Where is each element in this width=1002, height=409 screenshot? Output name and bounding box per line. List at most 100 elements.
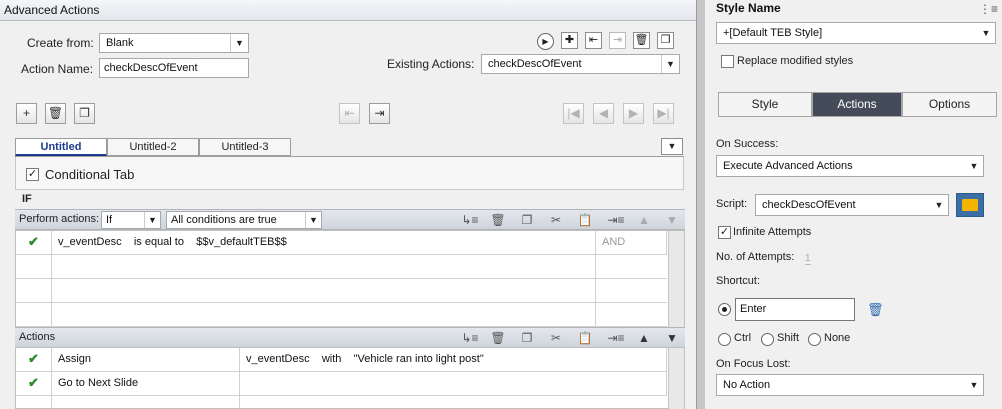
tab-untitled[interactable]: Untitled <box>15 138 107 156</box>
properties-panel: Style Name ⋮≡ +[Default TEB Style] ▼ Rep… <box>705 0 1002 409</box>
chevron-down-icon: ▼ <box>969 161 979 171</box>
on-success-dropdown[interactable]: Execute Advanced Actions ▼ <box>716 155 984 177</box>
insert-below-icon[interactable]: ⇥≡ <box>605 212 627 228</box>
first-tab-button[interactable]: |◀ <box>563 103 584 124</box>
prev-tab-button[interactable]: ◀ <box>593 103 614 124</box>
folder-button[interactable] <box>956 193 984 217</box>
last-tab-button[interactable]: ▶| <box>653 103 674 124</box>
trash-icon[interactable]: 🗑 <box>489 330 507 346</box>
focus-lost-dropdown[interactable]: No Action ▼ <box>716 374 984 396</box>
empty-cell <box>52 396 240 409</box>
on-success-value: Execute Advanced Actions <box>723 160 853 172</box>
tab-options[interactable]: Options <box>902 92 997 117</box>
insert-row-icon[interactable]: ↳≡ <box>461 212 479 228</box>
tab-style[interactable]: Style <box>718 92 812 117</box>
tab-untitled-2[interactable]: Untitled-2 <box>107 138 199 156</box>
move-tab-left-button[interactable]: ⇤ <box>339 103 360 124</box>
table-row[interactable]: ✔ v_eventDesc is equal to $$v_defaultTEB… <box>16 231 667 255</box>
tab-untitled-3[interactable]: Untitled-3 <box>199 138 291 156</box>
folder-icon <box>962 199 978 211</box>
none-radio[interactable] <box>808 333 821 346</box>
existing-actions-label: Existing Actions: <box>387 57 475 71</box>
empty-cell <box>16 279 52 303</box>
shortcut-key-radio[interactable] <box>718 303 731 316</box>
panel-divider[interactable] <box>697 0 705 409</box>
table-row[interactable]: ✔ Assign v_eventDesc with "Vehicle ran i… <box>16 348 667 372</box>
paste-icon[interactable]: 📋 <box>576 212 594 228</box>
copy-icon[interactable]: ❐ <box>518 212 536 228</box>
ctrl-radio[interactable] <box>718 333 731 346</box>
condition-value: $$v_defaultTEB$$ <box>196 236 287 248</box>
paste-icon[interactable]: 📋 <box>576 330 594 346</box>
infinite-attempts-label: Infinite Attempts <box>733 226 812 238</box>
table-row[interactable] <box>16 279 667 303</box>
empty-cell <box>52 303 596 327</box>
shift-radio[interactable] <box>761 333 774 346</box>
export-icon[interactable]: ⇥ <box>609 32 626 49</box>
action-target-cell[interactable]: v_eventDesc with "Vehicle ran into light… <box>240 348 667 372</box>
trash-icon[interactable]: 🗑 <box>633 32 650 49</box>
move-down-icon[interactable]: ▼ <box>664 212 680 228</box>
tabs-menu-chevron-down-icon[interactable]: ▼ <box>661 138 683 155</box>
duplicate-tab-button[interactable]: ❐ <box>74 103 95 124</box>
none-label: None <box>824 332 851 344</box>
panel-menu-icon[interactable]: ⋮≡ <box>979 2 998 16</box>
insert-below-icon[interactable]: ⇥≡ <box>605 330 627 346</box>
dialog-title: Advanced Actions <box>4 3 100 17</box>
table-row[interactable] <box>16 303 667 327</box>
preview-play-icon[interactable]: ▶ <box>537 33 554 50</box>
empty-cell <box>16 303 52 327</box>
condition-cell[interactable]: v_eventDesc is equal to $$v_defaultTEB$$ <box>52 231 596 255</box>
shift-label: Shift <box>777 332 800 344</box>
action-name-input[interactable]: checkDescOfEvent <box>99 58 249 78</box>
cut-icon[interactable]: ✂ <box>547 330 565 346</box>
checkmark-icon: ✔ <box>16 372 52 396</box>
action-name-cell[interactable]: Go to Next Slide <box>52 372 240 396</box>
move-down-icon[interactable]: ▼ <box>664 330 680 346</box>
move-up-icon[interactable]: ▲ <box>636 212 652 228</box>
table-row[interactable] <box>16 396 667 409</box>
table-row[interactable]: ✔ Go to Next Slide <box>16 372 667 396</box>
create-from-dropdown[interactable]: Blank ▼ <box>99 33 249 53</box>
move-up-icon[interactable]: ▲ <box>636 330 652 346</box>
conditional-tab-checkbox[interactable]: ✓ <box>26 168 39 181</box>
next-tab-button[interactable]: ▶ <box>623 103 644 124</box>
add-tab-button[interactable]: + <box>16 103 37 124</box>
trash-icon[interactable]: 🗑 <box>867 302 884 318</box>
script-dropdown[interactable]: checkDescOfEvent ▼ <box>755 194 949 216</box>
condition-join[interactable]: AND <box>596 231 667 255</box>
import-icon[interactable]: ⇤ <box>585 32 602 49</box>
delete-tab-button[interactable]: 🗑 <box>45 103 66 124</box>
trash-icon[interactable]: 🗑 <box>489 212 507 228</box>
cut-icon[interactable]: ✂ <box>547 212 565 228</box>
action-with: with <box>321 353 342 365</box>
infinite-attempts-checkbox[interactable]: ✓ <box>718 226 731 239</box>
existing-actions-dropdown[interactable]: checkDescOfEvent ▼ <box>481 54 680 74</box>
panel-tabs: Style Actions Options <box>718 92 997 118</box>
actions-scrollbar[interactable] <box>668 348 684 409</box>
add-action-icon[interactable]: ✚ <box>561 32 578 49</box>
move-tab-right-button[interactable]: ⇥ <box>369 103 390 124</box>
checkmark-icon: ✔ <box>16 231 52 255</box>
action-target: v_eventDesc <box>246 353 310 365</box>
replace-styles-checkbox[interactable] <box>721 55 734 68</box>
conditions-dropdown[interactable]: All conditions are true ▼ <box>166 211 322 229</box>
shortcut-input[interactable]: Enter <box>735 298 855 321</box>
action-target-cell[interactable] <box>240 372 667 396</box>
tab-actions[interactable]: Actions <box>812 92 902 117</box>
action-name-cell[interactable]: Assign <box>52 348 240 372</box>
empty-cell <box>16 396 52 409</box>
chevron-down-icon: ▼ <box>934 200 944 210</box>
conditional-tab-label: Conditional Tab <box>45 167 135 182</box>
perform-actions-dropdown[interactable]: If ▼ <box>101 211 161 229</box>
table-row[interactable] <box>16 255 667 279</box>
insert-row-icon[interactable]: ↳≡ <box>461 330 479 346</box>
create-from-label: Create from: <box>27 36 94 50</box>
chevron-down-icon: ▼ <box>144 212 160 228</box>
attempts-value[interactable]: 1 <box>805 253 811 265</box>
style-name-dropdown[interactable]: +[Default TEB Style] ▼ <box>716 22 996 44</box>
condition-variable: v_eventDesc <box>58 236 122 248</box>
copy-icon[interactable]: ❐ <box>518 330 536 346</box>
duplicate-icon[interactable]: ❐ <box>657 32 674 49</box>
conditions-scrollbar[interactable] <box>668 231 684 328</box>
